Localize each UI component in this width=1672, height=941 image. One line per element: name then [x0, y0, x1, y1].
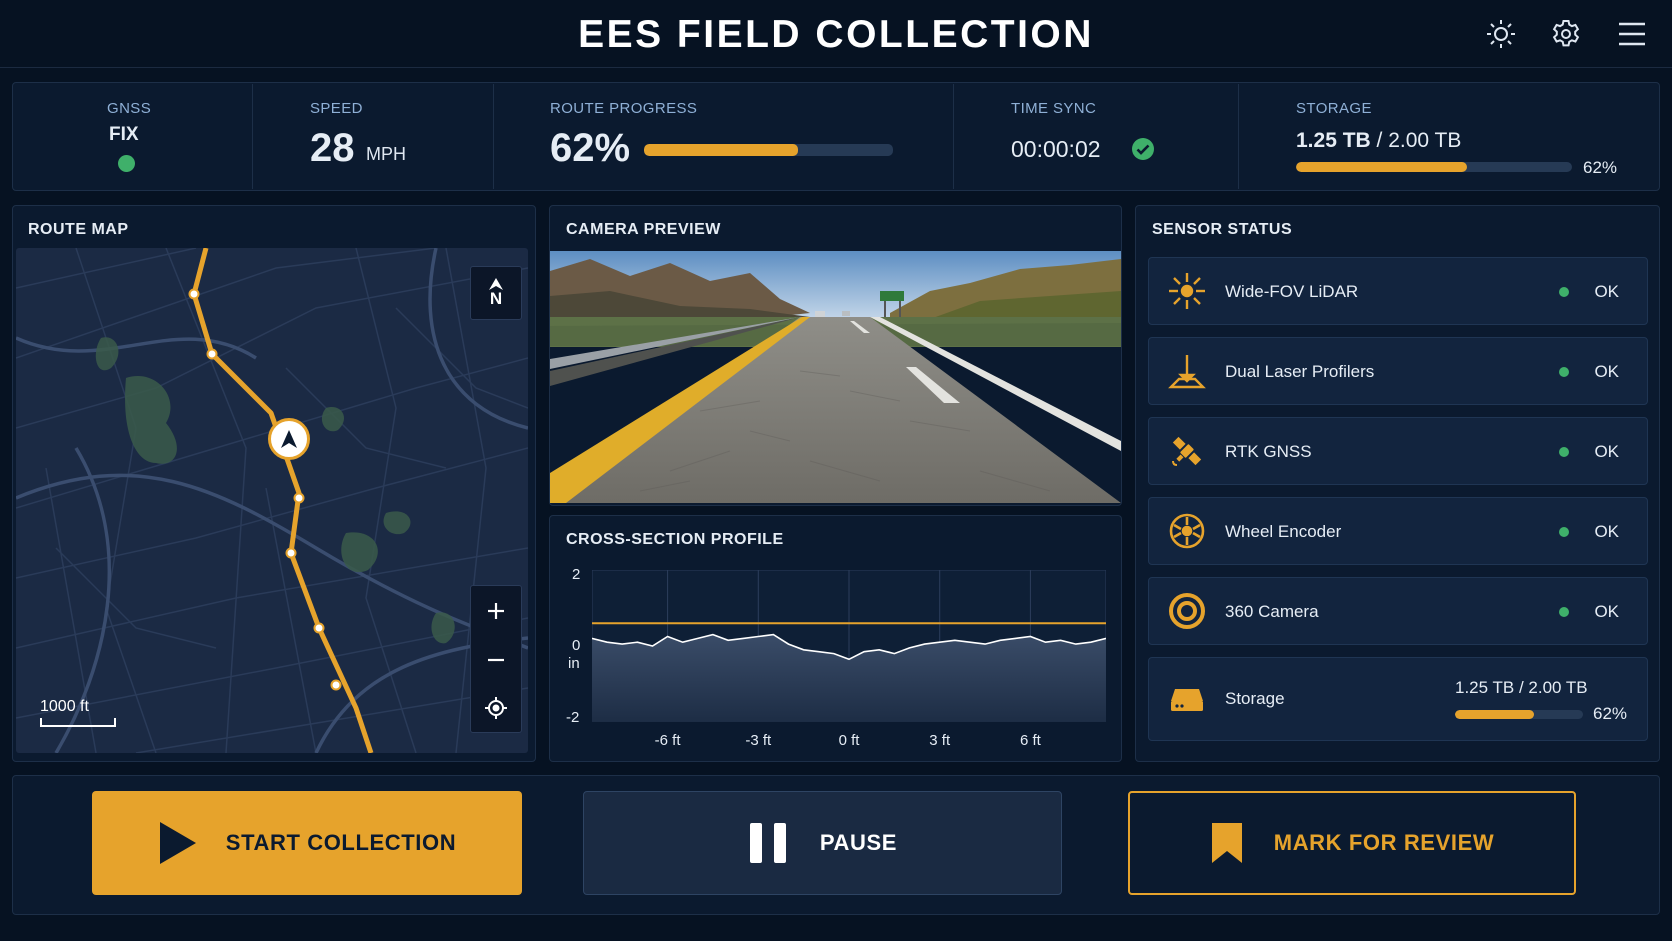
storage-total: 2.00 TB	[1388, 129, 1462, 152]
storage-used: 1.25 TB	[1296, 129, 1371, 152]
camera-feed[interactable]	[550, 251, 1121, 503]
y-axis-unit: in	[568, 655, 580, 672]
bookmark-icon	[1211, 823, 1242, 863]
sensor-status-text: OK	[1594, 362, 1619, 381]
x-axis-ticks: -6 ft -3 ft 0 ft 3 ft 6 ft	[592, 732, 1106, 752]
locate-icon[interactable]	[471, 684, 521, 732]
status-ok-dot	[1559, 607, 1569, 617]
status-divider	[252, 84, 253, 189]
storage-row-percent: 62%	[1593, 704, 1628, 723]
time-sync-label: TIME SYNC	[1011, 100, 1097, 117]
storage-label: STORAGE	[1296, 100, 1372, 117]
time-sync-value: 00:00:02	[1011, 136, 1101, 162]
sensor-row-lidar[interactable]: Wide-FOV LiDAR OK	[1148, 257, 1648, 325]
vehicle-position-marker	[268, 418, 310, 460]
status-divider	[953, 84, 954, 189]
storage-progress-bar	[1296, 162, 1572, 172]
hard-drive-icon	[1165, 677, 1209, 721]
storage-usage: 1.25 TB / 2.00 TB	[1296, 129, 1461, 153]
zoom-out-icon[interactable]	[471, 635, 521, 684]
sensor-row-laser-profilers[interactable]: Dual Laser Profilers OK	[1148, 337, 1648, 405]
map-zoom-controls	[470, 585, 522, 733]
app-title: EES FIELD COLLECTION	[578, 13, 1094, 56]
sensor-status-title: SENSOR STATUS	[1152, 221, 1293, 238]
sensor-name: RTK GNSS	[1225, 442, 1312, 461]
sensor-row-rtk-gnss[interactable]: RTK GNSS OK	[1148, 417, 1648, 485]
route-map-canvas[interactable]	[16, 248, 528, 753]
sensor-name: Dual Laser Profilers	[1225, 362, 1375, 381]
pause-icon	[749, 823, 786, 863]
laser-profiler-icon	[1165, 349, 1209, 393]
sensor-status-text: OK	[1594, 442, 1619, 461]
storage-percent: 62%	[1583, 158, 1618, 177]
satellite-icon	[1165, 429, 1209, 473]
status-divider	[1238, 84, 1239, 189]
y-tick-label: -2	[566, 709, 580, 726]
wheel-icon	[1165, 509, 1209, 553]
cross-section-chart	[592, 570, 1106, 722]
mark-for-review-button[interactable]: MARK FOR REVIEW	[1128, 791, 1576, 895]
navigation-arrow-icon	[281, 430, 297, 448]
lidar-burst-icon	[1165, 269, 1209, 313]
x-tick-label: 3 ft	[929, 732, 951, 749]
gnss-value: FIX	[109, 124, 139, 145]
settings-gear-icon[interactable]	[1548, 16, 1584, 52]
cross-section-title: CROSS-SECTION PROFILE	[566, 531, 784, 548]
status-divider	[493, 84, 494, 189]
hamburger-menu-icon[interactable]	[1614, 16, 1650, 52]
y-tick-label: 0	[572, 637, 581, 654]
route-progress-fill	[644, 144, 799, 156]
status-ok-dot	[1559, 367, 1569, 377]
compass-north-label: N	[489, 289, 503, 308]
storage-separator: /	[1376, 129, 1383, 152]
sync-check-icon	[1131, 137, 1155, 166]
gnss-label: GNSS	[107, 100, 152, 117]
map-scale-label: 1000 ft	[40, 698, 89, 715]
speed-value: 28	[310, 126, 355, 170]
brightness-icon[interactable]	[1483, 16, 1519, 52]
route-map-title: ROUTE MAP	[28, 221, 129, 238]
speed-unit: MPH	[366, 144, 406, 164]
storage-row-progress-bar	[1455, 710, 1583, 719]
storage-row-progress-fill	[1455, 710, 1535, 719]
camera-lens-icon	[1165, 589, 1209, 633]
route-progress-label: ROUTE PROGRESS	[550, 100, 698, 117]
sensor-status-text: OK	[1594, 522, 1619, 541]
map-scale-bar	[40, 718, 116, 727]
x-tick-label: 6 ft	[1019, 732, 1041, 749]
x-tick-label: -3 ft	[745, 732, 772, 749]
status-ok-dot	[1559, 287, 1569, 297]
camera-preview-title: CAMERA PREVIEW	[566, 221, 721, 238]
sensor-name: Wheel Encoder	[1225, 522, 1342, 541]
pause-label: PAUSE	[819, 830, 898, 855]
sensor-row-storage[interactable]: Storage 1.25 TB / 2.00 TB 62%	[1148, 657, 1648, 741]
route-progress-bar	[644, 144, 893, 156]
sensor-name: 360 Camera	[1225, 602, 1319, 621]
route-progress-value: 62%	[550, 126, 631, 170]
y-tick-label: 2	[572, 566, 581, 583]
zoom-in-icon[interactable]	[471, 586, 521, 635]
storage-row-usage: 1.25 TB / 2.00 TB	[1455, 678, 1588, 697]
sensor-row-360-camera[interactable]: 360 Camera OK	[1148, 577, 1648, 645]
gnss-status-dot	[118, 155, 135, 172]
sensor-name: Storage	[1225, 689, 1285, 708]
sensor-name: Wide-FOV LiDAR	[1225, 282, 1359, 301]
status-ok-dot	[1559, 447, 1569, 457]
pause-button[interactable]: PAUSE	[583, 791, 1062, 895]
play-icon	[159, 822, 196, 864]
sensor-row-wheel-encoder[interactable]: Wheel Encoder OK	[1148, 497, 1648, 565]
mark-for-review-label: MARK FOR REVIEW	[1273, 830, 1495, 855]
storage-progress-fill	[1296, 162, 1468, 172]
x-tick-label: -6 ft	[654, 732, 681, 749]
speed-label: SPEED	[310, 100, 363, 117]
sensor-status-text: OK	[1594, 282, 1619, 301]
x-tick-label: 0 ft	[838, 732, 860, 749]
sensor-status-text: OK	[1594, 602, 1619, 621]
status-ok-dot	[1559, 527, 1569, 537]
compass-button[interactable]: N	[470, 266, 522, 320]
start-collection-label: START COLLECTION	[225, 830, 457, 855]
start-collection-button[interactable]: START COLLECTION	[92, 791, 522, 895]
